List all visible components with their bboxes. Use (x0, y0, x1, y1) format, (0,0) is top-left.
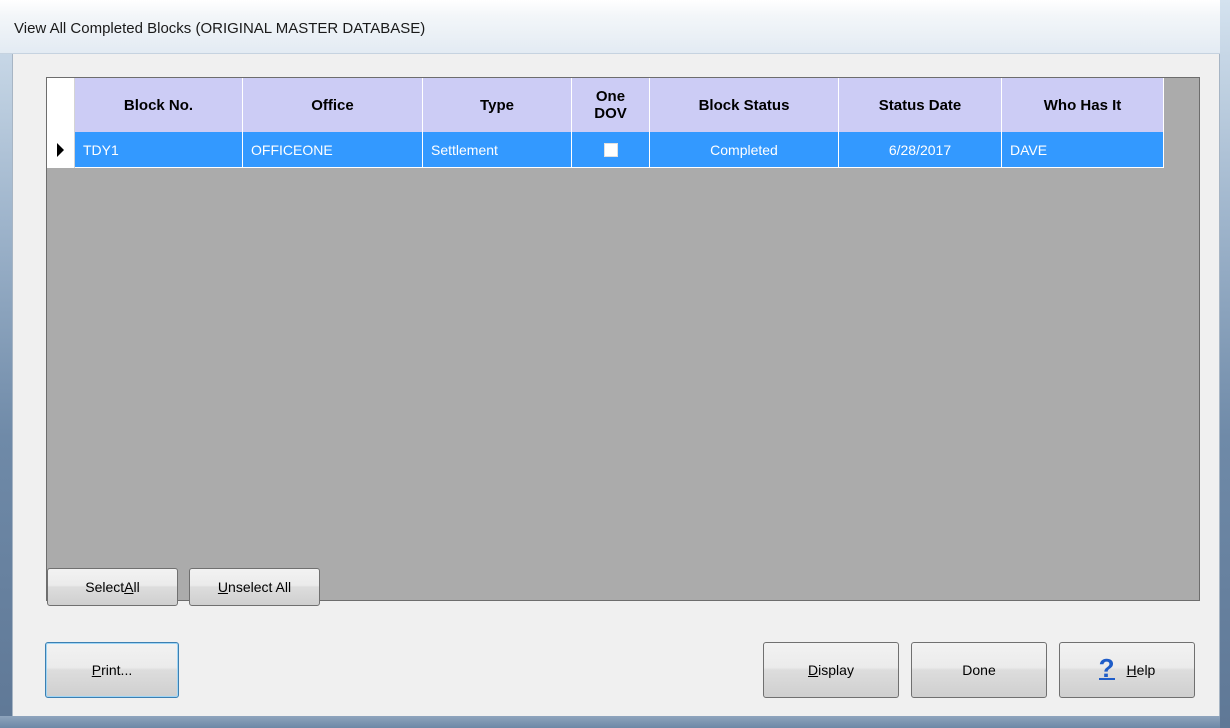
window-bottom-border (0, 716, 1230, 728)
column-header-who-has-it[interactable]: Who Has It (1002, 78, 1164, 132)
column-header-status-date[interactable]: Status Date (839, 78, 1002, 132)
display-button[interactable]: Display (763, 642, 899, 698)
print-button[interactable]: Print... (45, 642, 179, 698)
column-header-office[interactable]: Office (243, 78, 423, 132)
column-header-block-status[interactable]: Block Status (650, 78, 839, 132)
unselect-all-accel: U (217, 579, 229, 595)
row-selector[interactable] (47, 132, 75, 168)
help-accel: H (1126, 662, 1137, 678)
question-mark-icon: ? (1098, 653, 1115, 683)
print-label-post: rint... (101, 662, 133, 678)
grid-header-row: Block No. Office Type One DOV Block Stat… (75, 78, 1164, 132)
select-all-button[interactable]: Select All (47, 568, 178, 606)
title-bar[interactable]: View All Completed Blocks (ORIGINAL MAST… (0, 0, 1230, 54)
cell-block-status[interactable]: Completed (650, 132, 839, 168)
done-button[interactable]: Done (911, 642, 1047, 698)
grid-corner (47, 78, 75, 132)
column-header-block-no[interactable]: Block No. (75, 78, 243, 132)
current-row-arrow-icon (57, 143, 64, 157)
display-label-post: isplay (818, 662, 854, 678)
dialog-client-area: Block No. Office Type One DOV Block Stat… (12, 54, 1220, 716)
cell-status-date[interactable]: 6/28/2017 (839, 132, 1002, 168)
cell-block-no[interactable]: TDY1 (75, 132, 243, 168)
select-all-accel: A (124, 579, 134, 595)
one-dov-checkbox[interactable] (603, 142, 618, 157)
window-title: View All Completed Blocks (ORIGINAL MAST… (14, 20, 426, 37)
cell-one-dov (572, 132, 650, 168)
select-all-label-post: ll (133, 579, 140, 595)
select-all-label-pre: Select (85, 579, 125, 595)
help-label-post: elp (1136, 662, 1156, 678)
table-row[interactable]: TDY1 OFFICEONE Settlement Completed 6/28… (75, 132, 1164, 168)
column-header-type[interactable]: Type (423, 78, 572, 132)
blocks-grid[interactable]: Block No. Office Type One DOV Block Stat… (46, 77, 1200, 601)
help-button[interactable]: ? Help (1059, 642, 1195, 698)
cell-who-has-it[interactable]: DAVE (1002, 132, 1164, 168)
unselect-all-button[interactable]: Unselect All (189, 568, 320, 606)
unselect-all-label-post: nselect All (228, 579, 292, 595)
cell-office[interactable]: OFFICEONE (243, 132, 423, 168)
display-accel: D (808, 662, 819, 678)
dialog-window: View All Completed Blocks (ORIGINAL MAST… (0, 0, 1230, 728)
print-accel: P (91, 662, 102, 678)
column-header-one-dov[interactable]: One DOV (572, 78, 650, 132)
cell-type[interactable]: Settlement (423, 132, 572, 168)
